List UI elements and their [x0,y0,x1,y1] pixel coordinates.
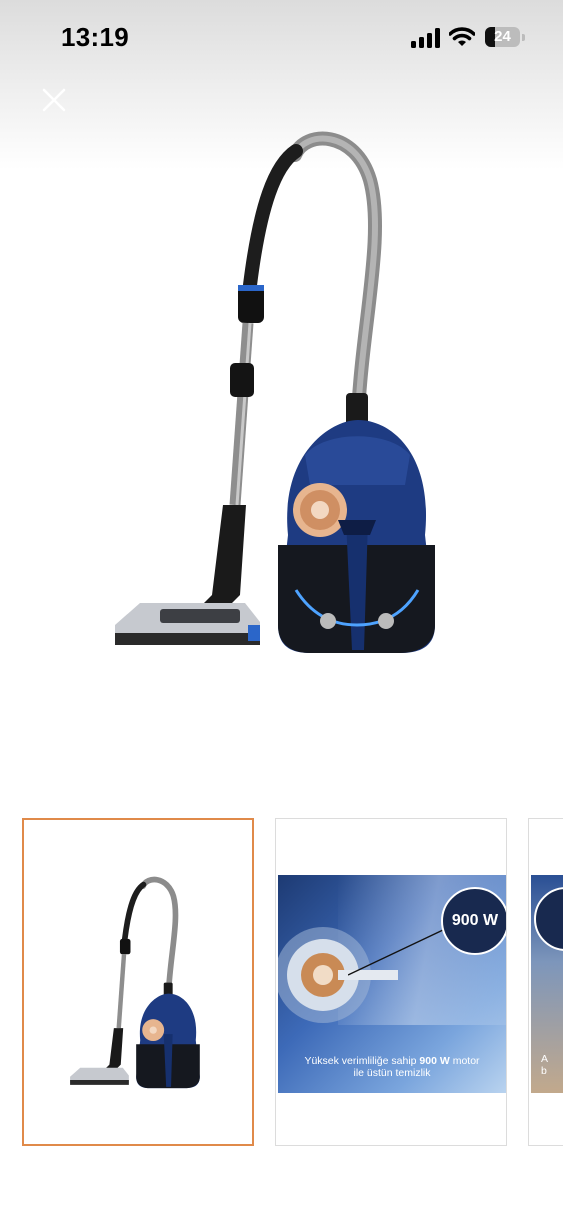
thumbnail-3[interactable]: A b [528,818,563,1146]
close-icon[interactable] [38,84,70,116]
status-time: 13:19 [61,22,129,52]
feature-badge-icon [534,887,563,951]
feature-promo-image: A b [531,875,563,1093]
feature-caption: A b [541,1053,548,1077]
motor-caption: Yüksek verimliliğe sahip 900 W motor ile… [278,1055,506,1079]
vacuum-cleaner-image [115,131,435,653]
motor-promo-image: 900 W Yüksek verimliliğe sahip 900 W mot… [278,875,506,1093]
battery-icon: 24 [485,27,527,49]
caption-suffix: motor [449,1055,480,1067]
thumbnail-strip: 900 W Yüksek verimliliğe sahip 900 W mot… [0,818,563,1153]
caption-fragment-1: A [541,1053,549,1065]
vacuum-thumbnail-image [70,876,200,1089]
caption-line2: ile üstün temizlik [353,1067,431,1079]
caption-bold: 900 W [419,1055,450,1067]
battery-level: 24 [494,28,511,45]
thumbnail-2[interactable]: 900 W Yüksek verimliliğe sahip 900 W mot… [275,818,507,1146]
wifi-icon [449,27,475,46]
status-bar: 13:19 24 [0,0,563,76]
caption-fragment-2: b [541,1065,547,1077]
cellular-signal-icon [411,28,440,48]
thumbnail-1-selected[interactable] [22,818,254,1146]
power-badge: 900 W [441,887,506,955]
caption-prefix: Yüksek verimliliğe sahip [304,1055,420,1067]
